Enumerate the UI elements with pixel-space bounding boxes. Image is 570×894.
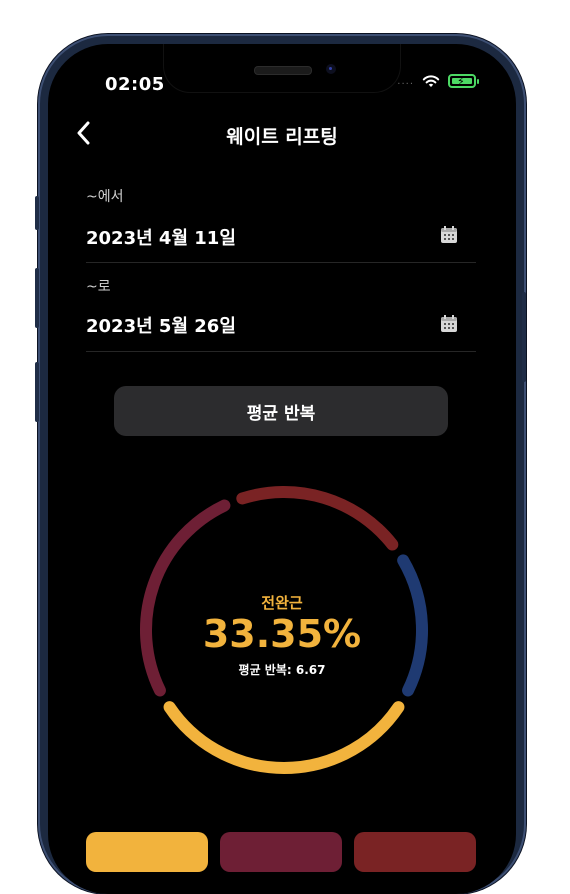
status-time: 02:05 xyxy=(105,74,165,95)
to-date-value[interactable]: 2023년 5월 26일 xyxy=(86,312,236,338)
app-screen: 02:05 .... ⚡ 웨이트 리프팅 ~에서 2023년 4월 11일 ~로… xyxy=(48,44,516,894)
mute-switch xyxy=(35,196,39,230)
calendar-icon[interactable] xyxy=(440,315,458,333)
muscle-tab-1[interactable] xyxy=(86,832,208,872)
ring-segment-1 xyxy=(163,701,405,774)
muscle-tab-2[interactable] xyxy=(220,832,342,872)
muscle-tab-3[interactable] xyxy=(354,832,476,872)
volume-up-button xyxy=(35,268,39,328)
to-date-label: ~로 xyxy=(86,279,111,295)
divider xyxy=(86,262,476,263)
status-icons: .... ⚡ xyxy=(397,74,479,88)
average-reps-button[interactable]: 평균 반복 xyxy=(114,386,448,436)
speaker xyxy=(254,66,312,75)
ring-subtitle: 평균 반복: 6.67 xyxy=(238,663,326,677)
page-title: 웨이트 리프팅 xyxy=(226,126,338,148)
from-date-label: ~에서 xyxy=(86,189,124,205)
ring-center-value: 33.35% xyxy=(202,612,362,656)
divider xyxy=(86,351,476,352)
battery-charging-icon: ⚡ xyxy=(448,74,479,88)
from-date-value[interactable]: 2023년 4월 11일 xyxy=(86,224,236,250)
notch xyxy=(164,44,400,92)
signal-dots: .... xyxy=(397,75,414,87)
camera xyxy=(326,64,336,74)
volume-down-button xyxy=(35,362,39,422)
ring-segment-3 xyxy=(236,486,399,551)
wifi-icon xyxy=(422,75,440,87)
ring-center-label: 전완근 xyxy=(261,594,303,612)
calendar-icon[interactable] xyxy=(440,226,458,244)
power-button xyxy=(522,292,526,382)
